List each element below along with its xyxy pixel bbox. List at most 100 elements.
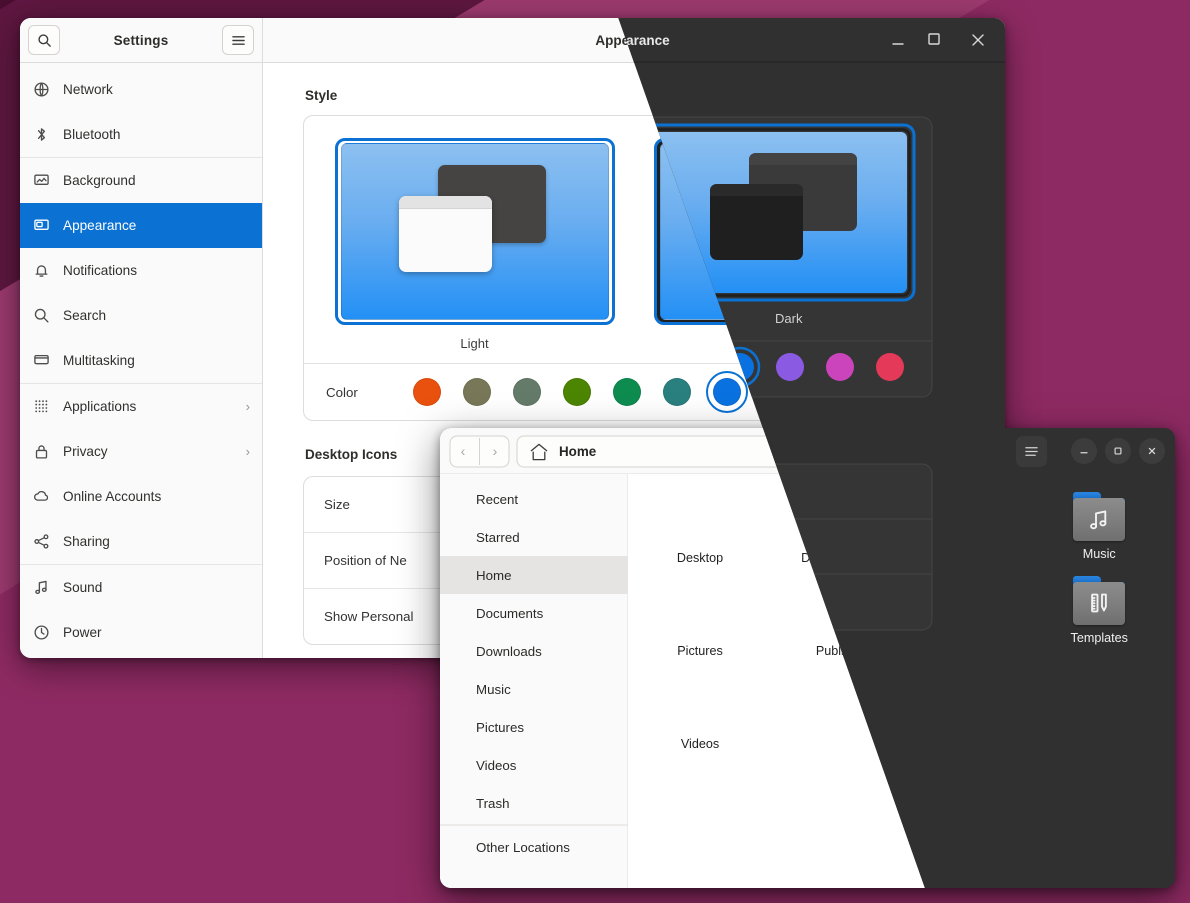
chevron-right-icon: › — [246, 399, 250, 414]
sidebar-item-network[interactable]: Network — [20, 67, 262, 112]
style-option-label: Dark — [780, 336, 807, 351]
files-sidebar-item-trash[interactable]: Trash — [440, 784, 628, 822]
music-note-icon — [1071, 498, 1127, 541]
path-bar[interactable]: Home — [519, 434, 694, 468]
accent-color-label: Color — [326, 385, 402, 400]
file-item[interactable]: Desktop — [639, 486, 771, 566]
style-option-dark[interactable]: Dark — [645, 138, 942, 351]
accent-swatch-purple[interactable] — [752, 378, 802, 406]
settings-titlebar[interactable]: Appearance — [263, 18, 1005, 63]
sidebar-item-multitasking[interactable]: Multitasking — [20, 338, 262, 383]
folder-icon — [677, 576, 733, 626]
sidebar-item-appearance[interactable]: Appearance — [20, 203, 262, 248]
sidebar-item-privacy[interactable]: Privacy› — [20, 429, 262, 474]
accent-swatch-sage[interactable] — [502, 378, 552, 406]
share-icon — [808, 582, 864, 625]
search-icon[interactable] — [28, 25, 60, 55]
accent-swatch-red[interactable] — [852, 378, 902, 406]
style-section-heading: Style — [305, 88, 965, 103]
sidebar-item-search[interactable]: Search — [20, 293, 262, 338]
hamburger-menu-icon[interactable] — [1016, 436, 1047, 467]
accent-swatch-magenta[interactable] — [802, 378, 852, 406]
accent-swatch-orange[interactable] — [402, 378, 452, 406]
files-sidebar-item-downloads[interactable]: Downloads — [440, 632, 628, 670]
minimize-button[interactable] — [889, 27, 915, 53]
files-sidebar-item-documents[interactable]: Documents — [440, 594, 628, 632]
accent-swatch-teal[interactable] — [652, 378, 702, 406]
file-item-label: Videos — [686, 716, 724, 730]
view-mode-group — [939, 436, 1002, 467]
file-item[interactable]: Documents — [771, 486, 903, 566]
accent-swatch-blue[interactable] — [702, 378, 752, 406]
files-sidebar-item-pictures[interactable]: Pictures — [440, 708, 628, 746]
files-sidebar-label: Trash — [483, 796, 517, 811]
sidebar-item-sound[interactable]: Sound — [20, 564, 262, 610]
light-theme-preview[interactable] — [335, 138, 615, 325]
file-item-label: Downloads — [937, 548, 999, 562]
forward-button[interactable]: › — [480, 436, 510, 466]
swatch-dot — [413, 378, 441, 406]
style-option-light[interactable]: Light — [326, 138, 623, 351]
sidebar-item-power[interactable]: Power — [20, 610, 262, 655]
file-item[interactable]: Pictures — [639, 570, 771, 650]
search-icon[interactable] — [741, 436, 772, 467]
hamburger-menu-icon[interactable] — [222, 25, 254, 55]
file-item[interactable]: Templates — [1034, 570, 1166, 650]
music-note-icon — [32, 579, 50, 597]
swatch-dot — [713, 378, 741, 406]
maximize-button[interactable] — [1105, 438, 1131, 464]
files-sidebar-label: Downloads — [483, 644, 549, 659]
list-view-icon[interactable] — [939, 436, 970, 467]
files-sidebar-item-other-locations[interactable]: Other Locations — [440, 828, 628, 867]
files-sidebar-item-videos[interactable]: Videos — [440, 746, 628, 784]
star-icon — [454, 529, 471, 546]
accent-color-swatches — [402, 378, 942, 406]
maximize-button[interactable] — [929, 27, 955, 53]
sidebar-item-label: Sound — [63, 580, 250, 595]
files-view[interactable]: DesktopDocuments Downloads Music Pictures Pu… — [629, 474, 1175, 888]
close-button[interactable] — [969, 27, 995, 53]
sidebar-item-online-accounts[interactable]: Online Accounts — [20, 474, 262, 519]
sidebar-item-notifications[interactable]: Notifications — [20, 248, 262, 293]
sidebar-item-background[interactable]: Background — [20, 157, 262, 203]
accent-swatch-bark[interactable] — [452, 378, 502, 406]
files-sidebar-label: Documents — [483, 606, 550, 621]
accent-swatch-olive[interactable] — [552, 378, 602, 406]
file-item-label: Public — [819, 632, 853, 646]
home-icon — [531, 442, 546, 460]
trash-icon — [454, 795, 471, 812]
sidebar-item-applications[interactable]: Applications› — [20, 383, 262, 429]
accent-swatch-green[interactable] — [602, 378, 652, 406]
dark-theme-preview[interactable] — [654, 138, 934, 325]
chevron-down-icon[interactable] — [970, 436, 1002, 467]
file-item[interactable]: snap — [902, 570, 1034, 650]
files-sidebar-label: Other Locations — [483, 841, 577, 856]
files-sidebar-item-starred[interactable]: Starred — [440, 518, 628, 556]
folder-icon — [808, 576, 864, 626]
vertical-dots-icon[interactable] — [702, 436, 733, 467]
templates-icon — [1071, 582, 1127, 625]
chevron-right-icon: › — [246, 444, 250, 459]
minimize-button[interactable] — [1071, 438, 1097, 464]
close-button[interactable] — [1139, 438, 1165, 464]
back-button[interactable]: ‹ — [451, 436, 480, 466]
files-sidebar-item-home[interactable]: Home — [440, 556, 628, 594]
file-item[interactable]: Videos — [639, 654, 771, 734]
folder-icon — [940, 576, 996, 626]
music-note-icon — [454, 681, 471, 698]
file-item[interactable]: Downloads — [902, 486, 1034, 566]
files-window[interactable]: ‹ › Home — [440, 428, 1175, 888]
files-sidebar-item-music[interactable]: Music — [440, 670, 628, 708]
sidebar-item-label: Power — [63, 625, 250, 640]
file-item[interactable]: Public — [771, 570, 903, 650]
bluetooth-icon — [32, 126, 50, 144]
sidebar-item-sharing[interactable]: Sharing — [20, 519, 262, 564]
style-option-label: Light — [460, 336, 488, 351]
style-card: Light Dark — [303, 115, 965, 421]
files-sidebar-label: Music — [483, 682, 518, 697]
file-item[interactable]: Music — [1034, 486, 1166, 566]
files-sidebar-label: Home — [483, 568, 518, 583]
cloud-icon — [32, 488, 50, 506]
sidebar-item-bluetooth[interactable]: Bluetooth — [20, 112, 262, 157]
files-sidebar-item-recent[interactable]: Recent — [440, 480, 628, 518]
